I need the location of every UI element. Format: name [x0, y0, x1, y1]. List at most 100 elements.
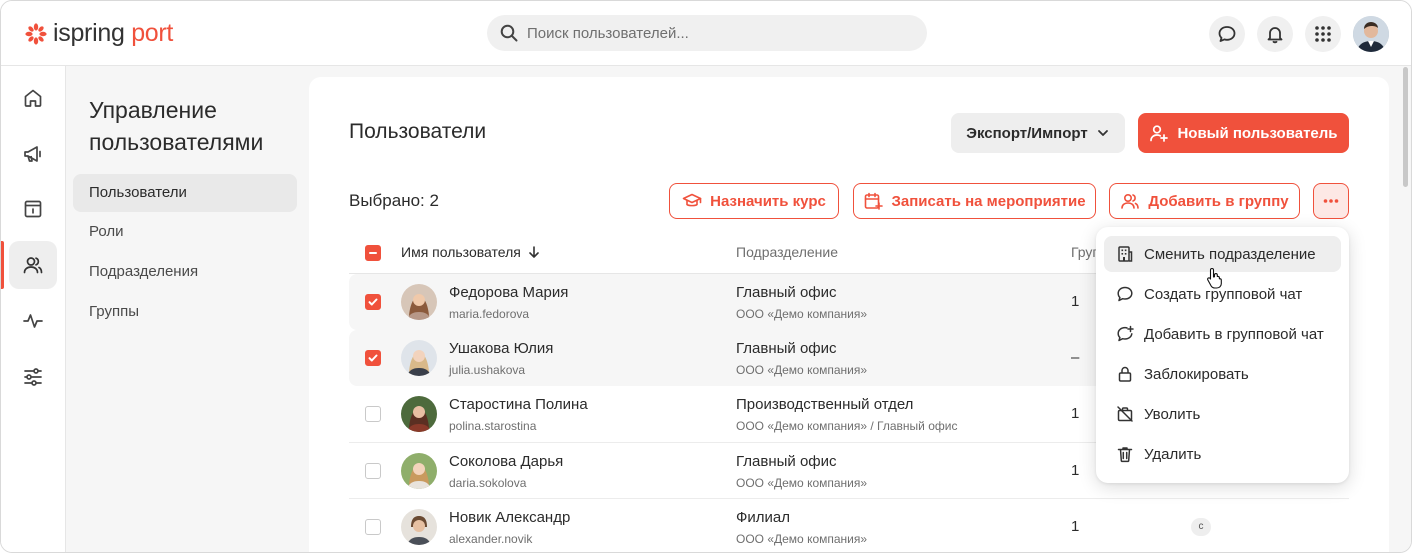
home-icon: [24, 89, 42, 107]
row-checkbox[interactable]: [365, 463, 381, 479]
bell-icon: [1267, 27, 1283, 44]
user-department: Производственный отдел: [736, 396, 914, 413]
current-user-avatar[interactable]: [1353, 16, 1389, 52]
column-name-label: Имя пользователя: [401, 244, 521, 260]
menu-item-label: Сменить подразделение: [1144, 245, 1316, 263]
apps-grid-icon: [1315, 26, 1331, 42]
sidebar-item-departments[interactable]: Подразделения: [73, 253, 297, 291]
minus-icon: [369, 252, 377, 254]
users-group-icon: [1121, 193, 1140, 209]
chat-bubble-icon: [1117, 286, 1133, 302]
avatar-portrait: [401, 284, 437, 320]
select-all-checkbox[interactable]: [365, 245, 381, 261]
new-user-label: Новый пользователь: [1177, 124, 1338, 142]
add-to-group-label: Добавить в группу: [1148, 192, 1289, 210]
trash-icon: [1117, 447, 1133, 463]
user-login: alexander.novik: [449, 532, 533, 546]
menu-item-label: Заблокировать: [1144, 365, 1249, 383]
user-organization: ООО «Демо компания»: [736, 307, 868, 321]
user-login: maria.fedorova: [449, 307, 530, 321]
hand-pointer-cursor-icon: [1207, 267, 1222, 289]
graduation-cap-icon: [682, 193, 702, 207]
user-department: Филиал: [736, 509, 791, 526]
menu-item-dismiss[interactable]: Уволить: [1104, 396, 1341, 432]
avatar-portrait: [401, 453, 437, 489]
sidebar-item-roles[interactable]: Роли: [73, 213, 297, 251]
user-name[interactable]: Старостина Полина: [449, 396, 588, 413]
row-checkbox[interactable]: [365, 294, 381, 310]
enroll-event-label: Записать на мероприятие: [891, 192, 1086, 210]
arrow-down-icon: [529, 246, 539, 258]
logo-flower-icon: [25, 22, 47, 45]
chat-icon: [1218, 26, 1236, 42]
main-nav-rail: [1, 66, 66, 552]
add-to-group-button[interactable]: Добавить в группу: [1109, 183, 1300, 219]
building-icon: [1118, 246, 1133, 262]
nav-announcements[interactable]: [9, 130, 57, 178]
menu-item-block[interactable]: Заблокировать: [1104, 356, 1341, 392]
sidebar-item-users[interactable]: Пользователи: [73, 174, 297, 212]
export-import-button[interactable]: Экспорт/Импорт: [951, 113, 1125, 153]
menu-item-delete[interactable]: Удалить: [1104, 436, 1341, 472]
enroll-event-button[interactable]: Записать на мероприятие: [853, 183, 1096, 219]
user-organization: ООО «Демо компания»: [736, 532, 868, 546]
user-groups-count: 1: [1071, 293, 1080, 310]
user-name[interactable]: Ушакова Юлия: [449, 340, 553, 357]
avatar-portrait: [1353, 16, 1389, 52]
row-checkbox[interactable]: [365, 519, 381, 535]
menu-item-label: Удалить: [1144, 445, 1202, 463]
calendar-add-icon: [865, 192, 884, 210]
assign-course-button[interactable]: Назначить курс: [669, 183, 839, 219]
row-checkbox[interactable]: [365, 350, 381, 366]
menu-item-label: Добавить в групповой чат: [1144, 325, 1324, 343]
user-department: Главный офис: [736, 284, 837, 301]
user-search[interactable]: [487, 15, 927, 51]
user-groups-count: 1: [1071, 405, 1080, 422]
page-title: Пользователи: [349, 120, 487, 143]
row-checkbox[interactable]: [365, 406, 381, 422]
apps-button[interactable]: [1305, 16, 1341, 52]
search-input[interactable]: [527, 24, 907, 42]
user-department: Главный офис: [736, 340, 837, 357]
section-sidebar: Управление пользователями Пользователи Р…: [66, 66, 309, 552]
user-login: daria.sokolova: [449, 476, 527, 490]
nav-home[interactable]: [9, 74, 57, 122]
nav-activity[interactable]: [9, 297, 57, 345]
chat-button[interactable]: [1209, 16, 1245, 52]
column-header-department[interactable]: Подразделение: [736, 244, 838, 260]
new-user-button[interactable]: Новый пользователь: [1138, 113, 1349, 153]
users-icon: [23, 257, 43, 274]
avatar-portrait: [401, 340, 437, 376]
selected-count: Выбрано: 2: [349, 191, 439, 210]
avatar: [401, 396, 437, 432]
user-name[interactable]: Соколова Дарья: [449, 453, 563, 470]
user-name[interactable]: Новик Александр: [449, 509, 570, 526]
user-groups-count: 1: [1071, 518, 1080, 535]
logo-text-main: ispring: [53, 19, 125, 47]
more-dots-icon: [1323, 199, 1339, 203]
avatar: [401, 284, 437, 320]
nav-users[interactable]: [9, 241, 57, 289]
chevron-down-icon: [1097, 130, 1108, 136]
menu-item-add-to-group-chat[interactable]: Добавить в групповой чат: [1104, 316, 1341, 352]
user-department: Главный офис: [736, 453, 837, 470]
notifications-button[interactable]: [1257, 16, 1293, 52]
sidebar-item-groups[interactable]: Группы: [73, 293, 297, 331]
add-user-icon: [1150, 125, 1169, 142]
nav-catalog[interactable]: [9, 185, 57, 233]
user-organization: ООО «Демо компания» / Главный офис: [736, 419, 958, 433]
more-actions-button[interactable]: [1313, 183, 1349, 219]
check-icon: [368, 354, 378, 362]
nav-settings[interactable]: [9, 353, 57, 401]
page-scrollbar[interactable]: [1403, 67, 1408, 187]
table-row[interactable]: Новик Александр alexander.novik Филиал О…: [349, 499, 1349, 552]
activity-icon: [23, 314, 43, 328]
assign-course-label: Назначить курс: [710, 192, 826, 210]
ispring-port-logo[interactable]: ispring port: [25, 19, 173, 48]
column-header-name[interactable]: Имя пользователя: [401, 244, 541, 260]
user-login: polina.starostina: [449, 419, 537, 433]
logo-text-accent: port: [131, 19, 174, 47]
user-login: julia.ushakova: [449, 363, 526, 377]
avatar: [401, 509, 437, 545]
user-name[interactable]: Федорова Мария: [449, 284, 568, 301]
